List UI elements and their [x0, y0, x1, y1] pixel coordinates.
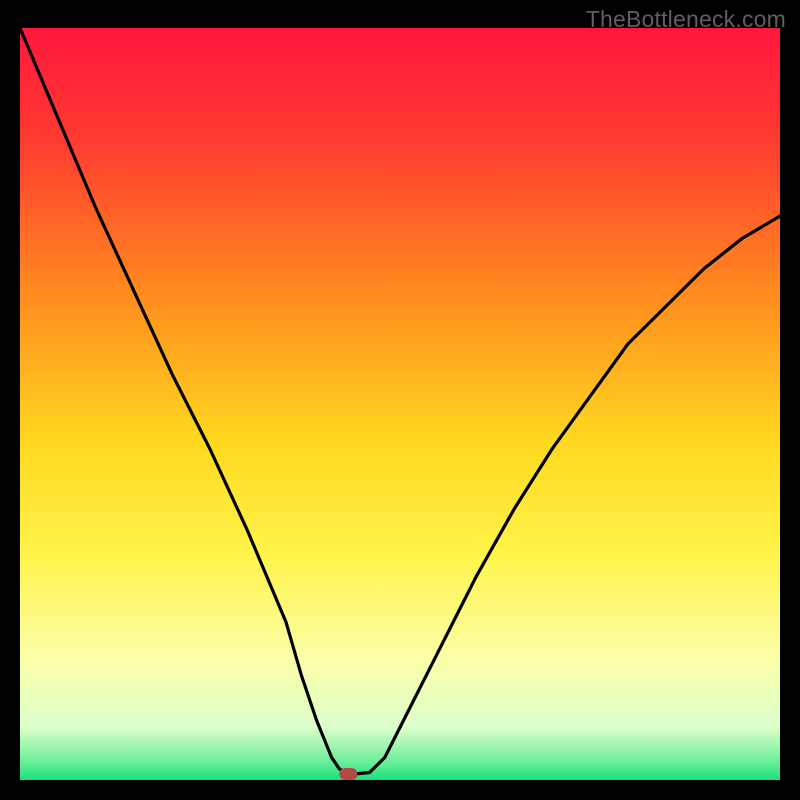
chart-frame: TheBottleneck.com — [0, 0, 800, 800]
optimum-marker — [339, 768, 357, 780]
watermark-text: TheBottleneck.com — [586, 6, 786, 33]
plot-svg — [20, 28, 780, 780]
gradient-background — [20, 28, 780, 780]
bottleneck-plot — [20, 28, 780, 780]
